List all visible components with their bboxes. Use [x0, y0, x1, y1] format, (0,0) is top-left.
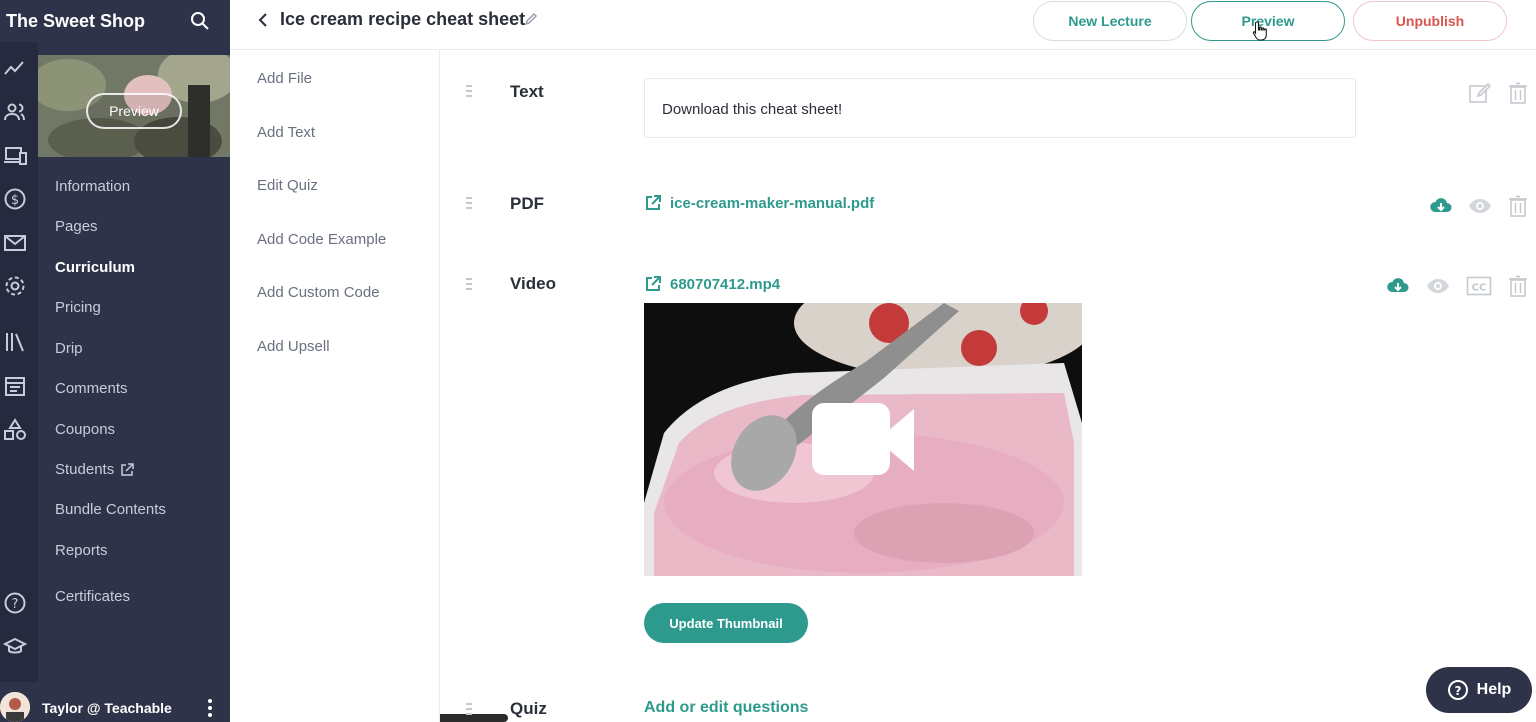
sidebar-item-students-label: Students	[55, 461, 115, 478]
course-thumbnail: Preview	[38, 55, 230, 157]
drag-handle-icon[interactable]	[465, 277, 473, 291]
sidebar-item-pricing[interactable]: Pricing	[55, 299, 101, 316]
add-upsell-link[interactable]: Add Upsell	[257, 338, 330, 355]
video-file-link[interactable]: 680707412.mp4	[644, 275, 780, 293]
dollar-icon[interactable]: $	[3, 187, 27, 211]
external-link-icon	[121, 462, 134, 476]
edit-questions-link[interactable]: Add or edit questions	[644, 699, 808, 717]
graduation-cap-icon[interactable]	[3, 635, 27, 659]
new-lecture-button[interactable]: New Lecture	[1033, 1, 1187, 41]
quiz-block-label: Quiz	[510, 699, 547, 718]
external-link-icon	[646, 276, 661, 291]
sidebar-item-pages[interactable]: Pages	[55, 218, 98, 235]
pdf-block-label: PDF	[510, 194, 544, 213]
edit-quiz-link[interactable]: Edit Quiz	[257, 177, 318, 194]
add-code-example-link[interactable]: Add Code Example	[257, 231, 386, 248]
cloud-download-icon[interactable]	[1386, 275, 1410, 297]
text-block-label: Text	[510, 82, 544, 101]
lecture-header: Ice cream recipe cheat sheet New Lecture…	[230, 0, 1536, 50]
sidebar-item-students[interactable]: Students	[55, 461, 134, 478]
svg-text:?: ?	[1454, 684, 1461, 698]
sidebar-item-coupons[interactable]: Coupons	[55, 421, 115, 438]
settings-icon[interactable]	[3, 274, 27, 298]
pdf-file-name: ice-cream-maker-manual.pdf	[670, 194, 875, 212]
help-circle-icon[interactable]: ?	[3, 591, 27, 615]
unpublish-button[interactable]: Unpublish	[1353, 1, 1507, 41]
school-header: The Sweet Shop	[0, 0, 230, 42]
text-block-content[interactable]: Download this cheat sheet!	[644, 78, 1356, 138]
eye-icon[interactable]	[1426, 275, 1450, 297]
edit-icon[interactable]	[1468, 82, 1492, 104]
sidebar-item-curriculum[interactable]: Curriculum	[55, 259, 135, 276]
chevron-left-icon[interactable]	[254, 10, 274, 30]
user-bar: Taylor @ Teachable	[0, 688, 230, 722]
sidebar-item-information[interactable]: Information	[55, 178, 130, 195]
analytics-icon[interactable]	[3, 56, 27, 80]
library-icon[interactable]	[3, 330, 27, 354]
preview-button[interactable]: Preview	[1191, 1, 1345, 41]
add-text-link[interactable]: Add Text	[257, 124, 315, 141]
video-file-name: 680707412.mp4	[670, 275, 781, 293]
devices-icon[interactable]	[3, 144, 27, 168]
hand-cursor-icon	[1252, 21, 1267, 41]
trash-icon[interactable]	[1506, 195, 1530, 217]
add-custom-code-link[interactable]: Add Custom Code	[257, 284, 380, 301]
avatar-image	[0, 692, 30, 722]
closed-captions-icon[interactable]: CC	[1466, 275, 1492, 297]
drag-handle-icon[interactable]	[465, 702, 473, 716]
help-icon: ?	[1447, 680, 1468, 700]
mail-icon[interactable]	[3, 231, 27, 255]
pdf-file-link[interactable]: ice-cream-maker-manual.pdf	[644, 194, 874, 212]
sidebar-item-comments[interactable]: Comments	[55, 380, 128, 397]
sidebar-item-bundle-contents[interactable]: Bundle Contents	[55, 501, 166, 518]
sidebar-item-drip[interactable]: Drip	[55, 340, 83, 357]
more-vertical-icon[interactable]	[204, 698, 216, 718]
drag-handle-icon[interactable]	[465, 196, 473, 210]
video-thumbnail[interactable]	[644, 303, 1082, 576]
video-thumbnail-image	[644, 303, 1082, 576]
trash-icon[interactable]	[1506, 275, 1530, 297]
update-thumbnail-button[interactable]: Update Thumbnail	[644, 603, 808, 643]
svg-text:$: $	[11, 193, 19, 208]
sidebar: The Sweet Shop $ ? Preview Information P…	[0, 0, 230, 722]
pencil-icon[interactable]	[523, 11, 539, 27]
svg-text:CC: CC	[1472, 283, 1487, 294]
calendar-icon[interactable]	[3, 374, 27, 398]
sidebar-item-certificates[interactable]: Certificates	[55, 588, 130, 605]
users-icon[interactable]	[3, 100, 27, 124]
add-file-link[interactable]: Add File	[257, 70, 312, 87]
svg-text:?: ?	[12, 597, 19, 612]
sidebar-item-reports[interactable]: Reports	[55, 542, 108, 559]
avatar[interactable]	[0, 692, 30, 722]
shapes-icon[interactable]	[3, 418, 27, 442]
external-link-icon	[646, 195, 661, 210]
lecture-title: Ice cream recipe cheat sheet	[280, 9, 526, 29]
add-content-menu: Add File Add Text Edit Quiz Add Code Exa…	[230, 50, 440, 722]
icon-rail: $ ?	[0, 42, 38, 682]
user-name: Taylor @ Teachable	[42, 700, 172, 716]
eye-icon[interactable]	[1468, 195, 1492, 217]
drag-handle-icon[interactable]	[465, 84, 473, 98]
help-button[interactable]: ? Help	[1426, 667, 1532, 713]
trash-icon[interactable]	[1506, 82, 1530, 104]
school-name[interactable]: The Sweet Shop	[6, 11, 145, 32]
search-icon[interactable]	[190, 11, 210, 31]
thumbnail-preview-button[interactable]: Preview	[86, 93, 182, 129]
help-label: Help	[1476, 681, 1512, 698]
cloud-download-icon[interactable]	[1429, 195, 1453, 217]
video-block-label: Video	[510, 274, 556, 293]
